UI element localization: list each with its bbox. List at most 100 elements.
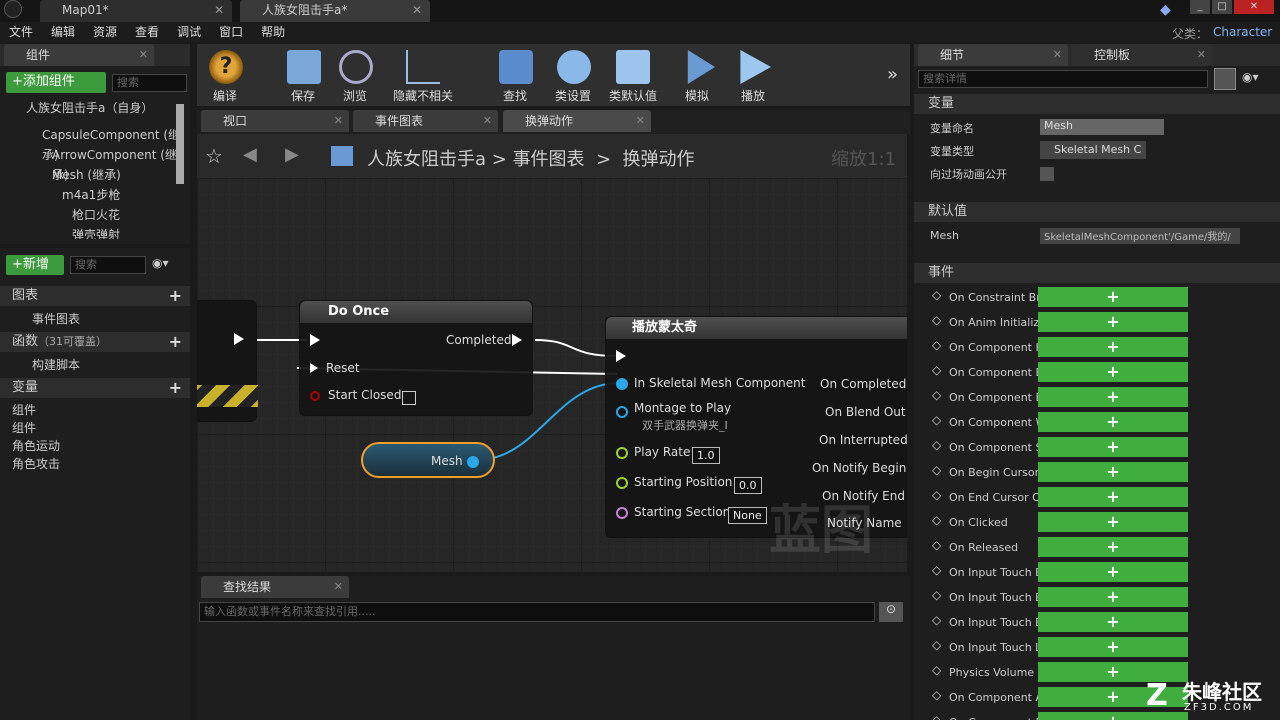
close-icon[interactable]: ✕ <box>139 44 148 66</box>
completed-pin[interactable] <box>512 334 522 346</box>
start-closed-pin[interactable] <box>310 391 320 401</box>
more-options-icon[interactable]: » <box>887 64 898 85</box>
add-event-button[interactable]: + <box>1038 287 1188 307</box>
eye-icon[interactable]: ◉▾ <box>152 256 169 270</box>
forward-icon[interactable]: ▶ <box>285 144 299 165</box>
graph-canvas[interactable]: Do Once Completed Reset Start Closed Mes… <box>197 178 907 572</box>
menu-help[interactable]: 帮助 <box>252 22 294 42</box>
add-graph-icon[interactable]: + <box>169 286 182 306</box>
add-event-button[interactable]: + <box>1038 362 1188 382</box>
add-event-button[interactable]: + <box>1038 562 1188 582</box>
add-variable-icon[interactable]: + <box>169 378 182 398</box>
find-button[interactable]: 查找 <box>491 44 539 106</box>
menu-window[interactable]: 窗口 <box>210 22 252 42</box>
compile-button[interactable]: ? 编译 <box>201 44 249 106</box>
class-defaults-button[interactable]: 类默认值 <box>605 44 661 106</box>
start-closed-checkbox[interactable] <box>402 391 416 405</box>
play-rate-pin[interactable] <box>616 447 628 459</box>
eye-icon[interactable]: ◉▾ <box>1242 70 1259 84</box>
menu-debug[interactable]: 调试 <box>168 22 210 42</box>
list-view-icon[interactable] <box>1214 68 1236 90</box>
blueprint-search-input[interactable]: 搜索 <box>70 256 146 274</box>
menu-file[interactable]: 文件 <box>0 22 42 42</box>
menu-asset[interactable]: 资源 <box>84 22 126 42</box>
close-icon[interactable]: ✕ <box>334 110 343 132</box>
default-section[interactable]: 默认值 <box>914 202 1280 222</box>
menu-edit[interactable]: 编辑 <box>42 22 84 42</box>
minimize-button[interactable]: _ <box>1190 0 1210 14</box>
starting-position-pin[interactable] <box>616 477 628 489</box>
tree-item-mesh[interactable]: Mesh (继承) <box>52 165 121 185</box>
add-function-icon[interactable]: + <box>169 332 182 352</box>
window-tab-map[interactable]: Map01* ✕ <box>40 0 232 22</box>
variables-section[interactable]: 变量 + <box>0 378 190 398</box>
simulate-button[interactable]: 模拟 <box>673 44 721 106</box>
mesh-output-pin[interactable] <box>467 456 479 468</box>
feedback-icon[interactable]: ◆ <box>1160 2 1171 18</box>
self-item[interactable]: 人族女阻击手a（自身） <box>26 98 153 118</box>
close-icon[interactable]: ✕ <box>334 576 343 598</box>
close-icon[interactable]: ✕ <box>1053 44 1062 66</box>
variable-category-components-2[interactable]: 组件 <box>12 418 36 438</box>
add-event-button[interactable]: + <box>1038 512 1188 532</box>
var-type-dropdown[interactable]: Skeletal Mesh C <box>1040 141 1146 159</box>
close-icon[interactable]: ✕ <box>412 0 422 20</box>
tab-reload-action[interactable]: 换弹动作 ✕ <box>503 110 651 132</box>
exec-out-pin[interactable] <box>234 333 244 345</box>
functions-section[interactable]: 函数（31可覆盖） + <box>0 332 190 352</box>
details-search-input[interactable]: 搜索详情 <box>918 70 1208 88</box>
montage-pin[interactable] <box>616 406 628 418</box>
tab-details[interactable]: 细节 ✕ <box>918 44 1068 66</box>
tree-item-shell[interactable]: 弹壳弹射 <box>72 225 120 239</box>
class-settings-button[interactable]: 类设置 <box>549 44 597 106</box>
exec-in-pin[interactable] <box>310 334 320 346</box>
close-icon[interactable]: ✕ <box>1197 44 1206 66</box>
mesh-variable-node[interactable]: Mesh <box>361 442 495 478</box>
parent-class-link[interactable]: Character <box>1213 25 1272 39</box>
add-event-button[interactable]: + <box>1038 387 1188 407</box>
tab-components[interactable]: 组件 ✕ <box>4 44 154 66</box>
add-event-button[interactable]: + <box>1038 612 1188 632</box>
star-icon[interactable]: ☆ <box>205 144 223 168</box>
component-search-input[interactable]: 搜索 <box>112 74 187 92</box>
hide-unrelated-button[interactable]: 隐藏不相关 <box>393 44 453 106</box>
construction-script-item[interactable]: 构建脚本 <box>32 355 80 375</box>
expose-checkbox[interactable] <box>1040 167 1054 181</box>
back-icon[interactable]: ◀ <box>243 144 257 165</box>
tab-event-graph[interactable]: 事件图表 ✕ <box>353 110 498 132</box>
close-icon[interactable]: ✕ <box>636 110 645 132</box>
add-event-button[interactable]: + <box>1038 462 1188 482</box>
var-name-input[interactable]: Mesh <box>1040 119 1164 135</box>
tab-viewport[interactable]: 视口 ✕ <box>201 110 349 132</box>
variable-category-movement[interactable]: 角色运动 <box>12 436 60 456</box>
add-event-button[interactable]: + <box>1038 637 1188 657</box>
scrollbar[interactable] <box>176 104 184 184</box>
starting-section-pin[interactable] <box>616 507 628 519</box>
variable-category-components[interactable]: 组件 <box>12 400 36 420</box>
window-tab-blueprint[interactable]: 人族女阻击手a* ✕ <box>240 0 430 22</box>
find-input[interactable]: 输入函数或事件名称来查找引用..... <box>199 602 875 622</box>
do-once-node[interactable]: Do Once Completed Reset Start Closed <box>299 300 533 416</box>
breadcrumb-event-graph[interactable]: 事件图表 <box>513 149 585 170</box>
tree-item-rifle[interactable]: m4a1步枪 <box>62 185 120 205</box>
partial-node[interactable] <box>197 300 258 422</box>
menu-view[interactable]: 查看 <box>126 22 168 42</box>
add-event-button[interactable]: + <box>1038 412 1188 432</box>
mesh-input-pin[interactable] <box>616 378 628 390</box>
close-window-button[interactable]: ✕ <box>1234 0 1274 14</box>
tree-item-muzzle[interactable]: 枪口火花 <box>72 205 120 225</box>
add-event-button[interactable]: + <box>1038 337 1188 357</box>
breadcrumb-blueprint[interactable]: 人族女阻击手a <box>367 149 486 170</box>
reset-pin[interactable] <box>310 363 318 373</box>
starting-section-field[interactable]: None <box>728 507 767 524</box>
close-icon[interactable]: ✕ <box>483 110 492 132</box>
save-button[interactable]: 保存 <box>279 44 327 106</box>
close-icon[interactable]: ✕ <box>214 0 224 20</box>
variable-section[interactable]: 变量 <box>914 94 1280 114</box>
tab-palette[interactable]: 控制板 ✕ <box>1072 44 1212 66</box>
browse-button[interactable]: 浏览 <box>331 44 379 106</box>
event-graph-item[interactable]: 事件图表 <box>32 309 80 329</box>
add-event-button[interactable]: + <box>1038 537 1188 557</box>
play-rate-field[interactable]: 1.0 <box>692 447 720 464</box>
add-component-button[interactable]: +添加组件 <box>6 72 106 93</box>
